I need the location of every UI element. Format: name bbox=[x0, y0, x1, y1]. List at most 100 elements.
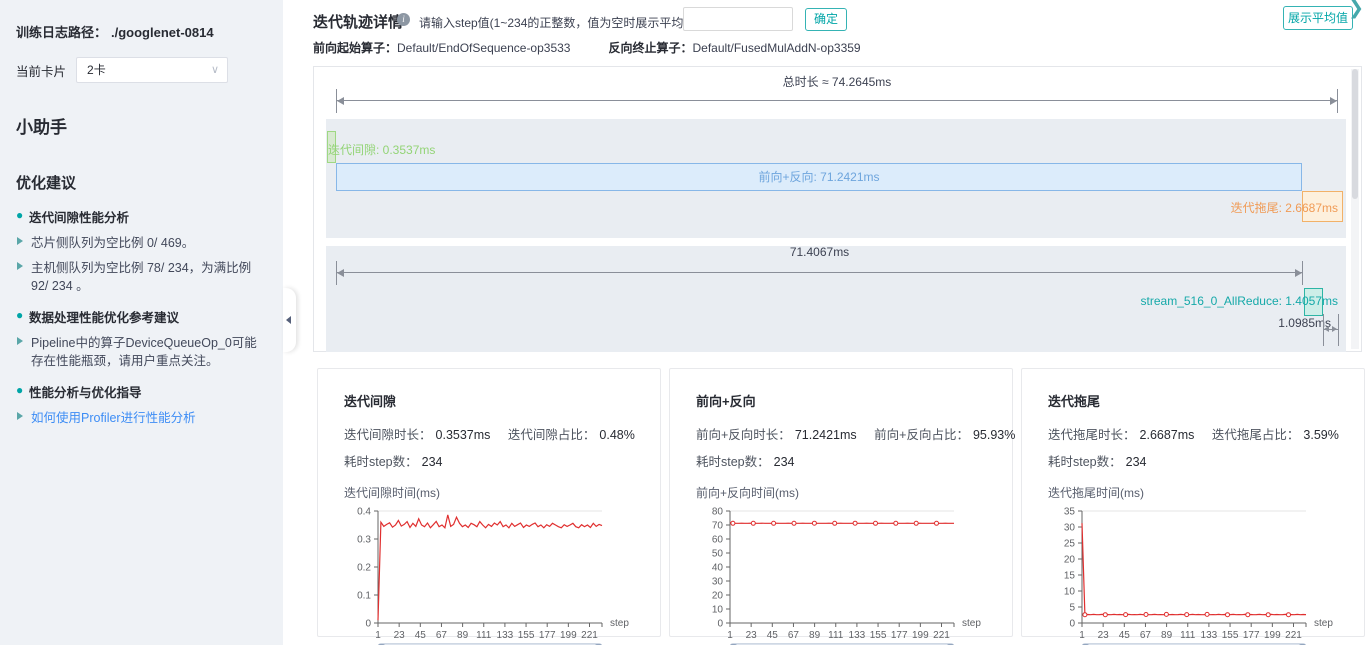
fw-start-op-value: Default/EndOfSequence-op3533 bbox=[397, 41, 570, 55]
svg-text:111: 111 bbox=[828, 630, 844, 641]
expand-right-chevron-icon[interactable]: ❯ bbox=[1348, 0, 1364, 20]
svg-text:23: 23 bbox=[394, 630, 406, 641]
show-average-button[interactable]: 展示平均值 bbox=[1283, 6, 1353, 30]
train-log-path: 训练日志路径：./googlenet-0814 bbox=[16, 22, 267, 41]
allreduce-label: stream_516_0_AllReduce: 1.4057ms bbox=[1141, 294, 1338, 308]
card-stats: 迭代拖尾时长：2.6687ms 迭代拖尾占比：3.59% bbox=[1048, 424, 1354, 443]
current-card-label: 当前卡片 bbox=[16, 61, 66, 80]
card-tail: 迭代拖尾 迭代拖尾时长：2.6687ms 迭代拖尾占比：3.59% 耗时step… bbox=[1021, 368, 1365, 637]
card-title: 迭代拖尾 bbox=[1048, 391, 1354, 410]
svg-text:89: 89 bbox=[809, 630, 821, 641]
svg-text:177: 177 bbox=[891, 630, 908, 641]
suggestion-group-title: ● 迭代间隙性能分析 bbox=[16, 207, 267, 226]
sidebar-collapse-handle[interactable] bbox=[283, 288, 296, 352]
svg-text:25: 25 bbox=[1064, 539, 1076, 550]
card-step-count: 耗时step数：234 bbox=[696, 451, 1002, 470]
bullet-icon: ● bbox=[16, 383, 23, 397]
svg-text:0.4: 0.4 bbox=[357, 507, 371, 518]
sidebar: 训练日志路径：./googlenet-0814 当前卡片 2卡 ∨ 小助手 优化… bbox=[0, 0, 283, 645]
line-chart: 00.10.20.30.4123456789111133155177199221… bbox=[344, 503, 644, 643]
svg-text:155: 155 bbox=[870, 630, 887, 641]
svg-text:45: 45 bbox=[415, 630, 427, 641]
svg-text:111: 111 bbox=[1180, 630, 1196, 641]
svg-text:221: 221 bbox=[933, 630, 950, 641]
svg-text:89: 89 bbox=[1161, 630, 1173, 641]
svg-text:67: 67 bbox=[788, 630, 800, 641]
svg-text:80: 80 bbox=[712, 507, 724, 518]
profiler-help-link[interactable]: 如何使用Profiler进行性能分析 bbox=[16, 409, 267, 427]
card-title: 迭代间隙 bbox=[344, 391, 650, 410]
suggestion-item: 主机侧队列为空比例 78/ 234，为满比例 92/ 234 。 bbox=[16, 259, 267, 295]
chart-title: 迭代拖尾时间(ms) bbox=[1048, 484, 1354, 501]
svg-text:155: 155 bbox=[518, 630, 535, 641]
svg-text:133: 133 bbox=[1201, 630, 1218, 641]
operator-row: 前向起始算子：Default/EndOfSequence-op3533反向终止算… bbox=[313, 39, 861, 56]
timeline-scrollbar[interactable] bbox=[1351, 69, 1359, 349]
scrollbar-thumb[interactable] bbox=[1352, 69, 1358, 199]
chart-title: 前向+反向时间(ms) bbox=[696, 484, 1002, 501]
svg-text:155: 155 bbox=[1222, 630, 1239, 641]
line-chart: 0510152025303512345678911113315517719922… bbox=[1048, 503, 1348, 643]
svg-text:0: 0 bbox=[717, 619, 723, 630]
svg-text:199: 199 bbox=[560, 630, 577, 641]
triangle-bullet-icon bbox=[17, 237, 23, 245]
svg-text:177: 177 bbox=[1243, 630, 1260, 641]
step-trace-timeline: 总时长 ≈ 74.2645ms 迭代间隙: 0.3537ms 前向+反向: 71… bbox=[313, 66, 1362, 352]
svg-text:111: 111 bbox=[476, 630, 492, 641]
assistant-title: 小助手 bbox=[16, 113, 267, 138]
total-duration-arrow: 总时长 ≈ 74.2645ms bbox=[336, 89, 1338, 113]
svg-text:1: 1 bbox=[1079, 630, 1085, 641]
svg-text:45: 45 bbox=[767, 630, 779, 641]
suggestion-item: Pipeline中的算子DeviceQueueOp_0可能存在性能瓶颈，请用户重… bbox=[16, 334, 267, 370]
svg-text:0.1: 0.1 bbox=[357, 591, 371, 602]
svg-text:1: 1 bbox=[375, 630, 381, 641]
page-title: 迭代轨迹详情 bbox=[313, 11, 403, 32]
card-select[interactable]: 2卡 ∨ bbox=[76, 57, 228, 83]
confirm-button[interactable]: 确定 bbox=[805, 8, 847, 31]
svg-text:67: 67 bbox=[1140, 630, 1152, 641]
step-input[interactable] bbox=[683, 7, 793, 31]
info-icon[interactable]: i bbox=[397, 13, 410, 26]
svg-text:23: 23 bbox=[1098, 630, 1110, 641]
timeline-row-2: 71.4067ms stream_516_0_AllReduce: 1.4057… bbox=[326, 246, 1346, 352]
svg-text:50: 50 bbox=[712, 549, 724, 560]
card-title: 前向+反向 bbox=[696, 391, 1002, 410]
svg-text:0.2: 0.2 bbox=[357, 563, 371, 574]
line-chart: 0102030405060708012345678911113315517719… bbox=[696, 503, 996, 643]
bullet-icon: ● bbox=[16, 308, 23, 322]
card-step-count: 耗时step数：234 bbox=[1048, 451, 1354, 470]
chart-title: 迭代间隙时间(ms) bbox=[344, 484, 650, 501]
card-select-value: 2卡 bbox=[87, 63, 106, 77]
card-stats: 迭代间隙时长：0.3537ms 迭代间隙占比：0.48% bbox=[344, 424, 650, 443]
svg-text:10: 10 bbox=[1064, 587, 1076, 598]
svg-text:1: 1 bbox=[727, 630, 733, 641]
bw-end-op-value: Default/FusedMulAddN-op3359 bbox=[693, 41, 861, 55]
fw-bw-bar[interactable]: 前向+反向: 71.2421ms bbox=[336, 163, 1302, 191]
measure-tick bbox=[1338, 314, 1339, 346]
svg-text:0: 0 bbox=[365, 619, 371, 630]
svg-text:35: 35 bbox=[1064, 507, 1076, 518]
svg-text:20: 20 bbox=[712, 591, 724, 602]
svg-text:15: 15 bbox=[1064, 571, 1076, 582]
timeline-row-1: 迭代间隙: 0.3537ms 前向+反向: 71.2421ms 迭代拖尾: 2.… bbox=[326, 119, 1346, 238]
measure-arrow bbox=[1323, 324, 1338, 336]
svg-text:177: 177 bbox=[539, 630, 556, 641]
svg-text:221: 221 bbox=[581, 630, 598, 641]
chevron-down-icon: ∨ bbox=[211, 58, 219, 82]
bullet-icon: ● bbox=[16, 208, 23, 222]
page: 训练日志路径：./googlenet-0814 当前卡片 2卡 ∨ 小助手 优化… bbox=[0, 0, 1366, 645]
fw-start-op-label: 前向起始算子： bbox=[313, 41, 397, 55]
tail-label: 迭代拖尾: 2.6687ms bbox=[1231, 199, 1338, 216]
svg-text:5: 5 bbox=[1069, 603, 1075, 614]
suggestions-title: 优化建议 bbox=[16, 172, 267, 193]
svg-text:60: 60 bbox=[712, 535, 724, 546]
triangle-bullet-icon bbox=[17, 262, 23, 270]
svg-text:199: 199 bbox=[912, 630, 929, 641]
svg-text:30: 30 bbox=[712, 577, 724, 588]
svg-text:23: 23 bbox=[746, 630, 758, 641]
svg-text:89: 89 bbox=[457, 630, 469, 641]
iteration-gap-label: 迭代间隙: 0.3537ms bbox=[328, 141, 435, 158]
svg-text:10: 10 bbox=[712, 605, 724, 616]
suggestion-group-title: ● 数据处理性能优化参考建议 bbox=[16, 307, 267, 326]
card-stats: 前向+反向时长：71.2421ms 前向+反向占比：95.93% bbox=[696, 424, 1002, 443]
